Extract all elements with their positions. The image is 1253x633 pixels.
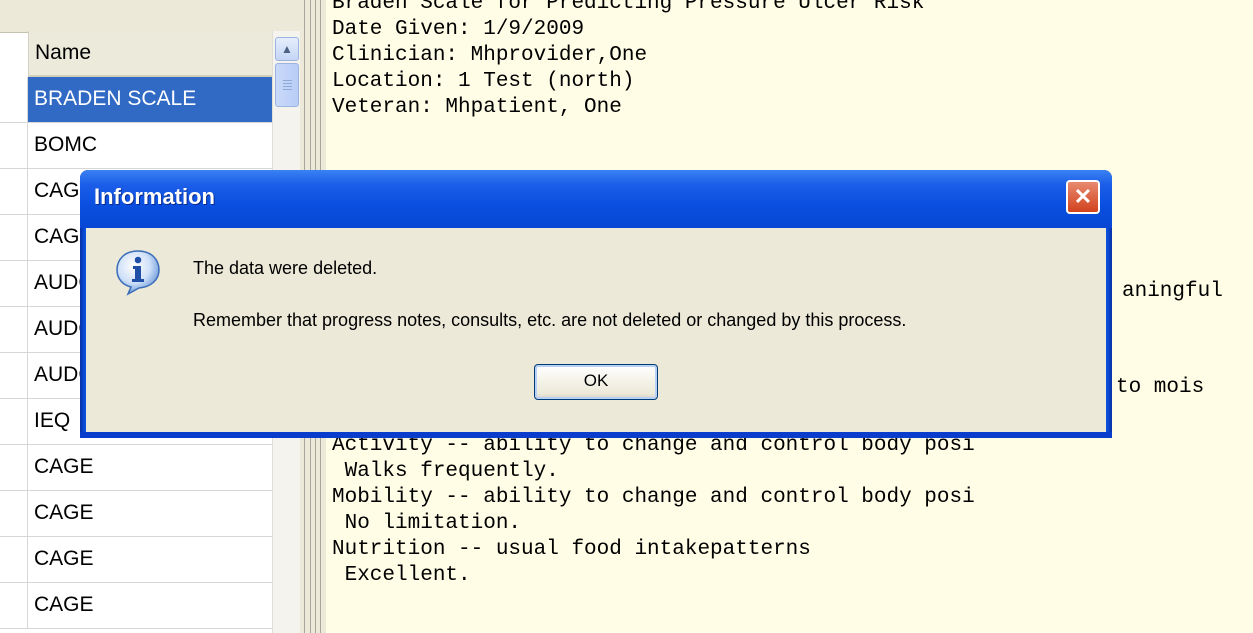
report-partial-text: to mois: [1116, 376, 1205, 399]
dialog-title: Information: [94, 184, 215, 209]
report-partial-text: aningful: [1122, 280, 1223, 303]
report-line: Clinician: Mhprovider,One: [332, 44, 648, 67]
ok-button[interactable]: OK: [534, 364, 658, 400]
dialog-frame-right: [1106, 228, 1112, 438]
report-line: Nutrition -- usual food intakepatterns: [332, 538, 811, 561]
list-item-name: CAGE: [34, 547, 94, 570]
report-line: No limitation.: [332, 512, 522, 535]
row-indicator: [0, 215, 28, 260]
row-indicator: [0, 399, 28, 444]
list-item-name: CAGE: [34, 593, 94, 616]
list-item-name: CAGE: [34, 455, 94, 478]
row-indicator: [0, 123, 28, 168]
list-item-name: IEQ: [34, 409, 71, 432]
dialog-message-primary: The data were deleted.: [193, 258, 378, 278]
report-line: Excellent.: [332, 564, 471, 587]
information-dialog: Information ✕ The data were deleted. Rem…: [80, 170, 1112, 438]
row-indicator: [0, 445, 28, 490]
row-indicator: [0, 537, 28, 582]
close-icon[interactable]: ✕: [1066, 180, 1100, 214]
info-icon: [116, 250, 160, 296]
row-indicator: [0, 169, 28, 214]
report-line: Date Given: 1/9/2009: [332, 18, 585, 41]
list-item-name: BRADEN SCALE: [34, 87, 197, 110]
scroll-up-arrow-icon[interactable]: ▲: [275, 37, 299, 61]
list-top-strip: [0, 0, 300, 33]
report-line: Walks frequently.: [332, 460, 559, 483]
list-item[interactable]: CAGE: [0, 445, 272, 491]
row-indicator: [0, 353, 28, 398]
row-indicator: [0, 307, 28, 352]
report-line: Braden Scale for Predicting Pressure Ulc…: [332, 0, 925, 15]
report-line: Veteran: Mhpatient, One: [332, 96, 622, 119]
list-item[interactable]: CAGE: [0, 583, 272, 629]
dialog-title-bar[interactable]: Information ✕: [80, 170, 1112, 228]
list-item[interactable]: BOMC: [0, 123, 272, 169]
row-indicator: [0, 261, 28, 306]
dialog-body: The data were deleted. Remember that pro…: [86, 228, 1106, 432]
column-header-name[interactable]: Name: [28, 31, 272, 77]
row-indicator: [0, 491, 28, 536]
scroll-thumb[interactable]: [275, 63, 299, 107]
row-indicator: [0, 583, 28, 628]
list-item[interactable]: CAGE: [0, 491, 272, 537]
row-indicator: [0, 77, 28, 122]
list-item[interactable]: BRADEN SCALE: [0, 77, 272, 123]
report-line: Mobility -- ability to change and contro…: [332, 486, 975, 509]
report-line: Location: 1 Test (north): [332, 70, 635, 93]
dialog-frame-bottom: [80, 432, 1112, 438]
dialog-message-secondary: Remember that progress notes, consults, …: [193, 310, 907, 330]
list-item[interactable]: CAGE: [0, 537, 272, 583]
list-item-name: CAGE: [34, 501, 94, 524]
list-item-name: BOMC: [34, 133, 97, 156]
